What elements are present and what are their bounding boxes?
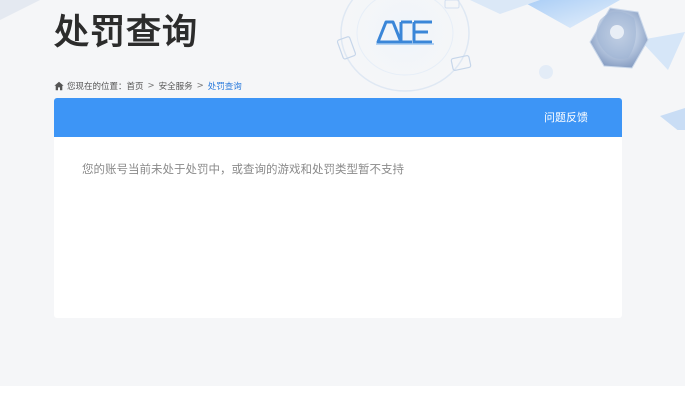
ace-logo: [376, 20, 434, 45]
breadcrumb-separator: >: [196, 81, 204, 91]
breadcrumb: 您现在的位置： 首页 > 安全服务 > 处罚查询: [54, 79, 242, 93]
breadcrumb-prefix: 您现在的位置：: [67, 82, 127, 92]
decor-triangle-right-4: [660, 108, 685, 130]
decor-phone-left: [336, 36, 357, 60]
panel-body: 您的账号当前未处于处罚中，或查询的游戏和处罚类型暂不支持: [54, 137, 622, 177]
decor-ring-inner: [356, 0, 454, 76]
decor-triangle-right-2: [470, 0, 540, 14]
result-message: 您的账号当前未处于处罚中，或查询的游戏和处罚类型暂不支持: [82, 162, 404, 176]
feedback-button[interactable]: 问题反馈: [544, 98, 588, 137]
breadcrumb-home-link[interactable]: 首页: [127, 80, 144, 92]
decor-triangle-right-3: [640, 32, 685, 70]
page-footer-strip: [0, 386, 685, 404]
decor-halo: [333, 0, 477, 105]
home-icon: [54, 81, 64, 91]
character-avatar: [589, 7, 649, 69]
decor-ring: [340, 0, 470, 92]
decor-triangle-right-1: [520, 0, 620, 28]
decor-tablet-right: [450, 55, 472, 71]
decor-bubble: [539, 65, 553, 79]
page-title: 处罚查询: [54, 13, 199, 53]
decor-triangle-left: [0, 0, 40, 20]
breadcrumb-current: 处罚查询: [207, 82, 242, 92]
panel-header: 问题反馈: [54, 98, 622, 137]
breadcrumb-security-link[interactable]: 安全服务: [159, 80, 193, 92]
result-panel: 问题反馈 您的账号当前未处于处罚中，或查询的游戏和处罚类型暂不支持: [54, 98, 622, 318]
decor-card-top: [444, 0, 460, 9]
breadcrumb-separator: >: [147, 81, 155, 91]
